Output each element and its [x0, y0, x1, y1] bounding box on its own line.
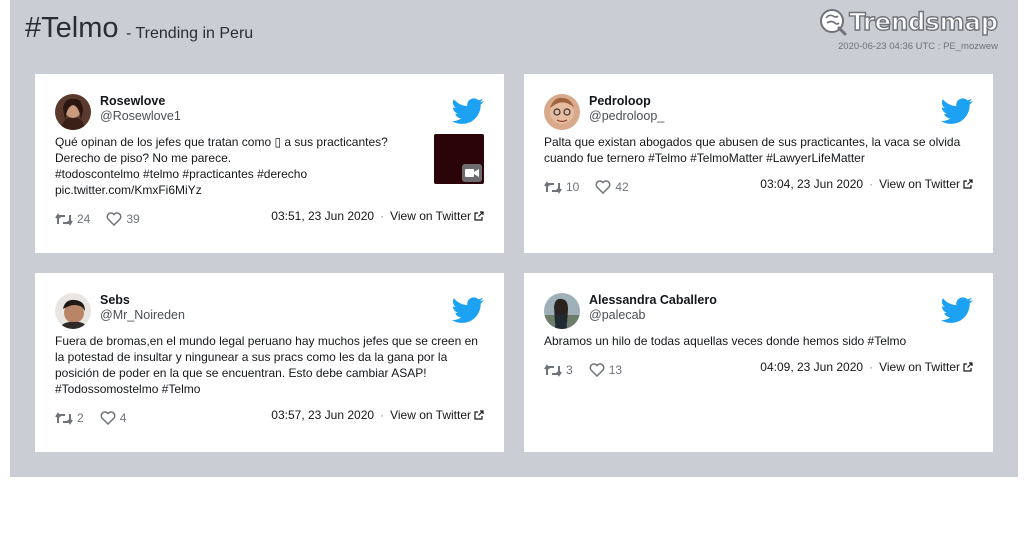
like-count: 42 — [615, 180, 629, 194]
view-on-twitter-label: View on Twitter — [390, 209, 471, 223]
tweet-stats: 24 39 — [55, 212, 156, 226]
tweet-author-name[interactable]: Pedroloop — [589, 94, 651, 108]
tweet-author-name[interactable]: Sebs — [100, 293, 130, 307]
tweet-author-handle[interactable]: @Rosewlove1 — [100, 109, 181, 123]
retweet-count: 10 — [566, 180, 580, 194]
trend-subtitle: - Trending in Peru — [126, 25, 254, 42]
view-on-twitter-link[interactable]: View on Twitter — [390, 408, 484, 422]
tweet-stats: 3 13 — [544, 363, 638, 377]
tweet-author-name[interactable]: Alessandra Caballero — [589, 293, 717, 307]
like-count: 39 — [126, 212, 140, 226]
view-on-twitter-link[interactable]: View on Twitter — [390, 209, 484, 223]
like-stat[interactable]: 42 — [595, 180, 629, 194]
tweet-time[interactable]: 04:09, 23 Jun 2020 — [760, 360, 863, 374]
trendsmap-logo[interactable]: Trendsmap — [819, 6, 999, 38]
tweet-time[interactable]: 03:57, 23 Jun 2020 — [271, 408, 374, 422]
tweet-text-line: Qué opinan de los jefes que tratan como … — [55, 135, 388, 149]
tweet-time[interactable]: 03:51, 23 Jun 2020 — [271, 209, 374, 223]
tweet-media-link[interactable]: pic.twitter.com/KmxFi6MiYz — [55, 182, 388, 198]
tweet-author-name[interactable]: Rosewlove — [100, 94, 165, 108]
avatar[interactable] — [544, 293, 580, 329]
hashtag-title: #Telmo — [25, 12, 119, 44]
tweet-author-handle[interactable]: @palecab — [589, 308, 645, 322]
view-on-twitter-link[interactable]: View on Twitter — [879, 177, 973, 191]
tweet-text-line[interactable]: #todoscontelmo #telmo #practicantes #der… — [55, 166, 388, 182]
tweet-text-line[interactable]: Abramos un hilo de todas aquellas veces … — [544, 333, 906, 349]
retweet-stat[interactable]: 10 — [544, 180, 579, 194]
tweet-text: Abramos un hilo de todas aquellas veces … — [544, 333, 906, 349]
view-on-twitter-label: View on Twitter — [879, 360, 960, 374]
tweet-text-line: Palta que existan abogados que abusen de… — [544, 135, 961, 149]
trendsmap-logo-text: Trendsmap — [849, 7, 999, 36]
heart-icon — [589, 363, 605, 377]
tweet-text-line[interactable]: #Todossomostelmo #Telmo — [55, 381, 478, 397]
external-link-icon — [474, 211, 484, 221]
tweet-text: Palta que existan abogados que abusen de… — [544, 134, 960, 166]
like-count: 13 — [608, 363, 623, 377]
tweet-meta: 04:09, 23 Jun 2020 · View on Twitter — [760, 360, 973, 374]
twitter-bird-icon[interactable] — [452, 98, 484, 125]
tweet-text-line: posición de poder en la que se encuentra… — [55, 366, 427, 380]
avatar[interactable] — [55, 94, 91, 130]
tweet-card: Sebs @Mr_Noireden Fuera de bromas,en el … — [35, 273, 504, 452]
tweet-author-handle[interactable]: @Mr_Noireden — [100, 308, 185, 322]
external-link-icon — [963, 362, 973, 372]
trendsmap-logo-icon — [820, 9, 847, 36]
external-link-icon — [963, 179, 973, 189]
view-on-twitter-link[interactable]: View on Twitter — [879, 360, 973, 374]
tweet-text-line: Derecho de piso? No me parece. — [55, 151, 232, 165]
heart-icon — [106, 212, 122, 226]
tweet-card: Pedroloop @pedroloop_ Palta que existan … — [524, 74, 993, 253]
separator-dot: · — [380, 408, 385, 422]
tweet-stats: 10 42 — [544, 180, 645, 194]
view-on-twitter-label: View on Twitter — [879, 177, 960, 191]
tweet-meta: 03:57, 23 Jun 2020 · View on Twitter — [271, 408, 484, 422]
retweet-icon — [55, 411, 73, 425]
tweet-time[interactable]: 03:04, 23 Jun 2020 — [760, 177, 863, 191]
twitter-bird-icon[interactable] — [941, 297, 973, 324]
avatar[interactable] — [55, 293, 91, 329]
separator-dot: · — [869, 360, 874, 374]
like-stat[interactable]: 39 — [106, 212, 140, 226]
tweet-meta: 03:04, 23 Jun 2020 · View on Twitter — [760, 177, 973, 191]
retweet-count: 3 — [566, 363, 573, 377]
tweet-media-thumbnail[interactable] — [434, 134, 484, 184]
retweet-icon — [544, 180, 562, 194]
tweet-text: Fuera de bromas,en el mundo legal peruan… — [55, 333, 478, 397]
tweet-card: Alessandra Caballero @palecab Abramos un… — [524, 273, 993, 452]
tweet-author-handle[interactable]: @pedroloop_ — [589, 109, 664, 123]
twitter-bird-icon[interactable] — [452, 297, 484, 324]
heart-icon — [100, 411, 116, 425]
tweet-text-line[interactable]: cuando fue ternero #Telmo #TelmoMatter #… — [544, 150, 960, 166]
retweet-stat[interactable]: 2 — [55, 411, 84, 425]
view-on-twitter-label: View on Twitter — [390, 408, 471, 422]
tweet-stats: 2 4 — [55, 411, 142, 425]
separator-dot: · — [380, 209, 385, 223]
video-camera-icon — [462, 164, 482, 182]
external-link-icon — [474, 410, 484, 420]
tweet-text-line: Fuera de bromas,en el mundo legal peruan… — [55, 334, 478, 348]
like-stat[interactable]: 13 — [589, 363, 622, 377]
like-stat[interactable]: 4 — [100, 411, 127, 425]
avatar[interactable] — [544, 94, 580, 130]
heart-icon — [595, 180, 611, 194]
like-count: 4 — [119, 411, 127, 425]
twitter-bird-icon[interactable] — [941, 98, 973, 125]
retweet-icon — [55, 212, 73, 226]
retweet-stat[interactable]: 24 — [55, 212, 90, 226]
tweet-text-line: la potestad de insultar y ningunear a su… — [55, 350, 448, 364]
separator-dot: · — [869, 177, 874, 191]
tweet-meta: 03:51, 23 Jun 2020 · View on Twitter — [271, 209, 484, 223]
retweet-count: 2 — [77, 411, 84, 425]
trend-timestamp: 2020-06-23 04:36 UTC : PE_mozwew — [838, 41, 998, 52]
tweet-text: Qué opinan de los jefes que tratan como … — [55, 134, 388, 198]
tweet-card: Rosewlove @Rosewlove1 Qué opinan de los … — [35, 74, 504, 253]
retweet-count: 24 — [77, 212, 91, 226]
retweet-stat[interactable]: 3 — [544, 363, 573, 377]
retweet-icon — [544, 363, 562, 377]
